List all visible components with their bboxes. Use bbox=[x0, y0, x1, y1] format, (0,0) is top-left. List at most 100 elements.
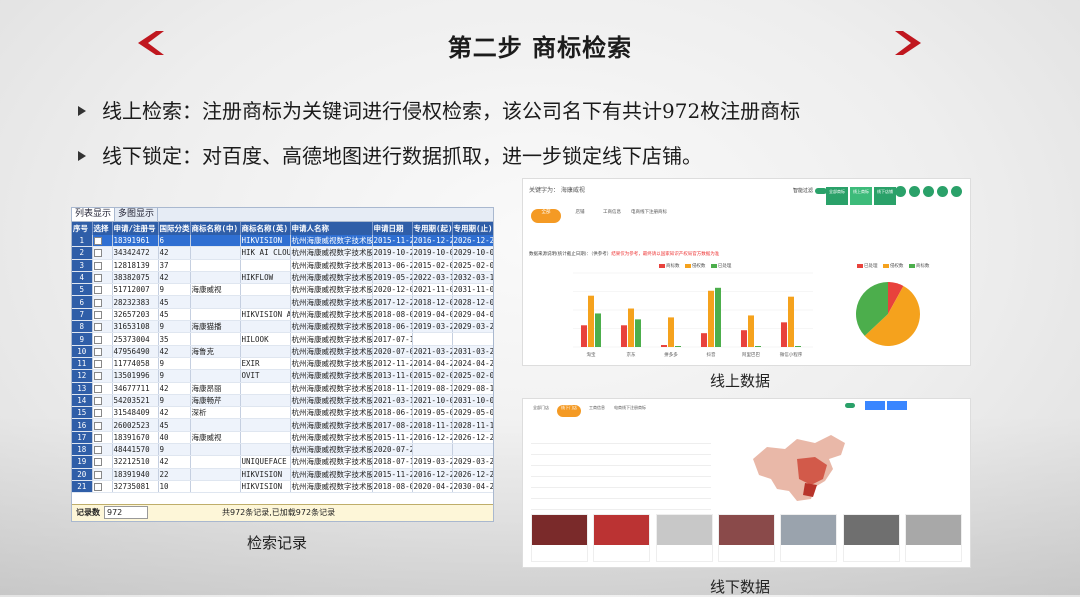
bar-商标数[interactable] bbox=[781, 322, 787, 347]
list-item[interactable] bbox=[531, 433, 711, 444]
list-item[interactable] bbox=[531, 499, 711, 510]
table-cell[interactable] bbox=[92, 468, 113, 481]
table-row[interactable]: 23434247242HIK AI CLOUD杭州海康威视数字技术股份有2019… bbox=[72, 246, 493, 260]
table-cell[interactable] bbox=[92, 235, 113, 248]
row-checkbox[interactable] bbox=[93, 249, 102, 258]
bar-商标数[interactable] bbox=[581, 325, 587, 347]
bar-侵权数[interactable] bbox=[748, 315, 754, 347]
tab-all-stores[interactable]: 全部门店 bbox=[529, 405, 553, 417]
store-photo-card[interactable] bbox=[655, 514, 713, 562]
store-photo-card[interactable] bbox=[780, 514, 838, 562]
bar-已处理[interactable] bbox=[795, 346, 801, 347]
bar-商标数[interactable] bbox=[701, 333, 707, 347]
row-checkbox[interactable] bbox=[93, 298, 102, 307]
tab-business-info[interactable]: 工商信息 bbox=[585, 405, 609, 417]
list-item[interactable] bbox=[531, 466, 711, 477]
action-icon[interactable] bbox=[937, 186, 948, 197]
row-checkbox[interactable] bbox=[93, 384, 102, 393]
row-checkbox[interactable] bbox=[93, 446, 102, 455]
table-row[interactable]: 3 1281813937 杭州海康威视数字技术股份有2013-06-262015-0… bbox=[72, 259, 493, 272]
tab-list-view[interactable]: 列表显示 bbox=[72, 208, 116, 221]
column-header[interactable]: 商标名称(中) bbox=[190, 222, 241, 235]
bar-侵权数[interactable] bbox=[588, 295, 594, 347]
bar-已处理[interactable] bbox=[755, 346, 761, 347]
bar-侵权数[interactable] bbox=[788, 296, 794, 347]
row-checkbox[interactable] bbox=[93, 286, 102, 295]
table-cell[interactable] bbox=[92, 332, 113, 346]
list-item[interactable] bbox=[531, 455, 711, 466]
column-header[interactable]: 专用期(起) bbox=[412, 222, 453, 235]
row-checkbox[interactable] bbox=[93, 310, 102, 319]
table-cell[interactable] bbox=[92, 283, 113, 297]
row-checkbox[interactable] bbox=[93, 433, 102, 442]
bar-侵权数[interactable] bbox=[708, 290, 714, 347]
table-row[interactable]: 20 1839194022 HIKVISION杭州海康威视数字技术股份有2015-1… bbox=[72, 468, 493, 481]
bar-已处理[interactable] bbox=[715, 287, 721, 347]
table-cell[interactable] bbox=[92, 320, 113, 334]
tab-grid-view[interactable]: 多图显示 bbox=[115, 208, 159, 221]
list-item[interactable] bbox=[531, 444, 711, 455]
table-row[interactable]: 133467771142海康昂丽杭州海康威视数字技术股份有2018-11-142… bbox=[72, 382, 493, 395]
bar-已处理[interactable] bbox=[595, 313, 601, 347]
filter-button[interactable] bbox=[865, 401, 885, 410]
column-header[interactable]: 选择 bbox=[92, 222, 113, 235]
table-cell[interactable] bbox=[92, 357, 113, 371]
summary-card-all[interactable]: 全部商标 bbox=[826, 187, 848, 205]
table-cell[interactable] bbox=[92, 418, 113, 432]
row-checkbox[interactable] bbox=[93, 372, 102, 381]
table-row[interactable]: 12135019969OVIT杭州海康威视数字技术股份有2013-11-0720… bbox=[72, 369, 493, 383]
table-cell[interactable] bbox=[92, 345, 113, 358]
row-checkbox[interactable] bbox=[93, 347, 102, 356]
bar-商标数[interactable] bbox=[661, 345, 667, 347]
table-cell[interactable] bbox=[92, 382, 113, 395]
column-header[interactable]: 申请/注册号 bbox=[112, 222, 159, 235]
table-cell[interactable] bbox=[92, 295, 113, 309]
row-checkbox[interactable] bbox=[93, 274, 102, 283]
tab-store[interactable]: 店铺 bbox=[565, 209, 595, 223]
store-photo-card[interactable] bbox=[904, 514, 962, 562]
row-checkbox[interactable] bbox=[93, 421, 102, 430]
row-checkbox[interactable] bbox=[93, 409, 102, 418]
action-icon[interactable] bbox=[951, 186, 962, 197]
table-row[interactable]: 6 2823238345 杭州海康威视数字技术股份有2017-12-212018-1… bbox=[72, 295, 493, 309]
bar-商标数[interactable] bbox=[621, 325, 627, 347]
toggle-switch-icon[interactable] bbox=[814, 187, 827, 194]
column-header[interactable]: 商标名称(英) bbox=[240, 222, 291, 235]
row-checkbox[interactable] bbox=[93, 261, 102, 270]
table-row[interactable]: 4 3838207542 HIKFLOW杭州海康威视数字技术股份有2019-05-2… bbox=[72, 271, 493, 285]
row-checkbox[interactable] bbox=[93, 397, 102, 405]
table-row[interactable]: 16 2600252345 杭州海康威视数字技术股份有2017-08-222018-… bbox=[72, 418, 493, 432]
tab-ecommerce[interactable]: 电商线下注册商标 bbox=[629, 209, 669, 223]
table-row[interactable]: 18 484415709 杭州海康威视数字技术股份有2020-07-28 bbox=[72, 443, 493, 457]
table-row[interactable]: 21 3273508110 HIKVISION杭州海康威视数字技术股份有2018-0… bbox=[72, 480, 493, 494]
table-row[interactable]: 5 517120079海康威视 杭州海康威视数字技术股份有2020-12-01202… bbox=[72, 283, 493, 297]
smart-filter-toggle[interactable]: 智能过滤 bbox=[793, 187, 827, 194]
table-row[interactable]: 9 2537300435 HILOOK杭州海康威视数字技术股份有2017-07-18 bbox=[72, 332, 493, 346]
row-checkbox[interactable] bbox=[93, 458, 102, 467]
bar-已处理[interactable] bbox=[675, 346, 681, 347]
table-cell[interactable] bbox=[92, 259, 113, 272]
bar-侵权数[interactable] bbox=[668, 317, 674, 347]
table-row[interactable]: 1 183919616 HIKVISION杭州海康威视数字技术股份有2015-11-… bbox=[72, 235, 493, 248]
tab-business[interactable]: 工商信息 bbox=[597, 209, 627, 223]
row-checkbox[interactable] bbox=[93, 237, 102, 246]
store-photo-card[interactable] bbox=[842, 514, 900, 562]
table-row[interactable]: 11117740589EXIR杭州海康威视数字技术股份有2012-11-2020… bbox=[72, 357, 493, 371]
store-photo-card[interactable] bbox=[593, 514, 651, 562]
filter-button[interactable] bbox=[887, 401, 907, 410]
table-cell[interactable] bbox=[92, 271, 113, 285]
table-row[interactable]: 19 3221251042 UNIQUEFACE杭州海康威视数字技术股份有2018-… bbox=[72, 455, 493, 469]
list-item[interactable] bbox=[531, 488, 711, 499]
row-checkbox[interactable] bbox=[93, 470, 102, 479]
store-photo-card[interactable] bbox=[717, 514, 775, 562]
tab-ecommerce-marks[interactable]: 电商线下注册商标 bbox=[613, 405, 647, 417]
list-item[interactable] bbox=[531, 477, 711, 488]
table-cell[interactable] bbox=[92, 455, 113, 469]
table-cell[interactable] bbox=[92, 246, 113, 260]
bar-侵权数[interactable] bbox=[628, 308, 634, 347]
table-cell[interactable] bbox=[92, 480, 113, 494]
table-cell[interactable] bbox=[92, 308, 113, 322]
row-checkbox[interactable] bbox=[93, 360, 102, 369]
column-header[interactable]: 专用期(止) bbox=[452, 222, 493, 235]
tab-all[interactable]: 全部 bbox=[531, 209, 561, 223]
